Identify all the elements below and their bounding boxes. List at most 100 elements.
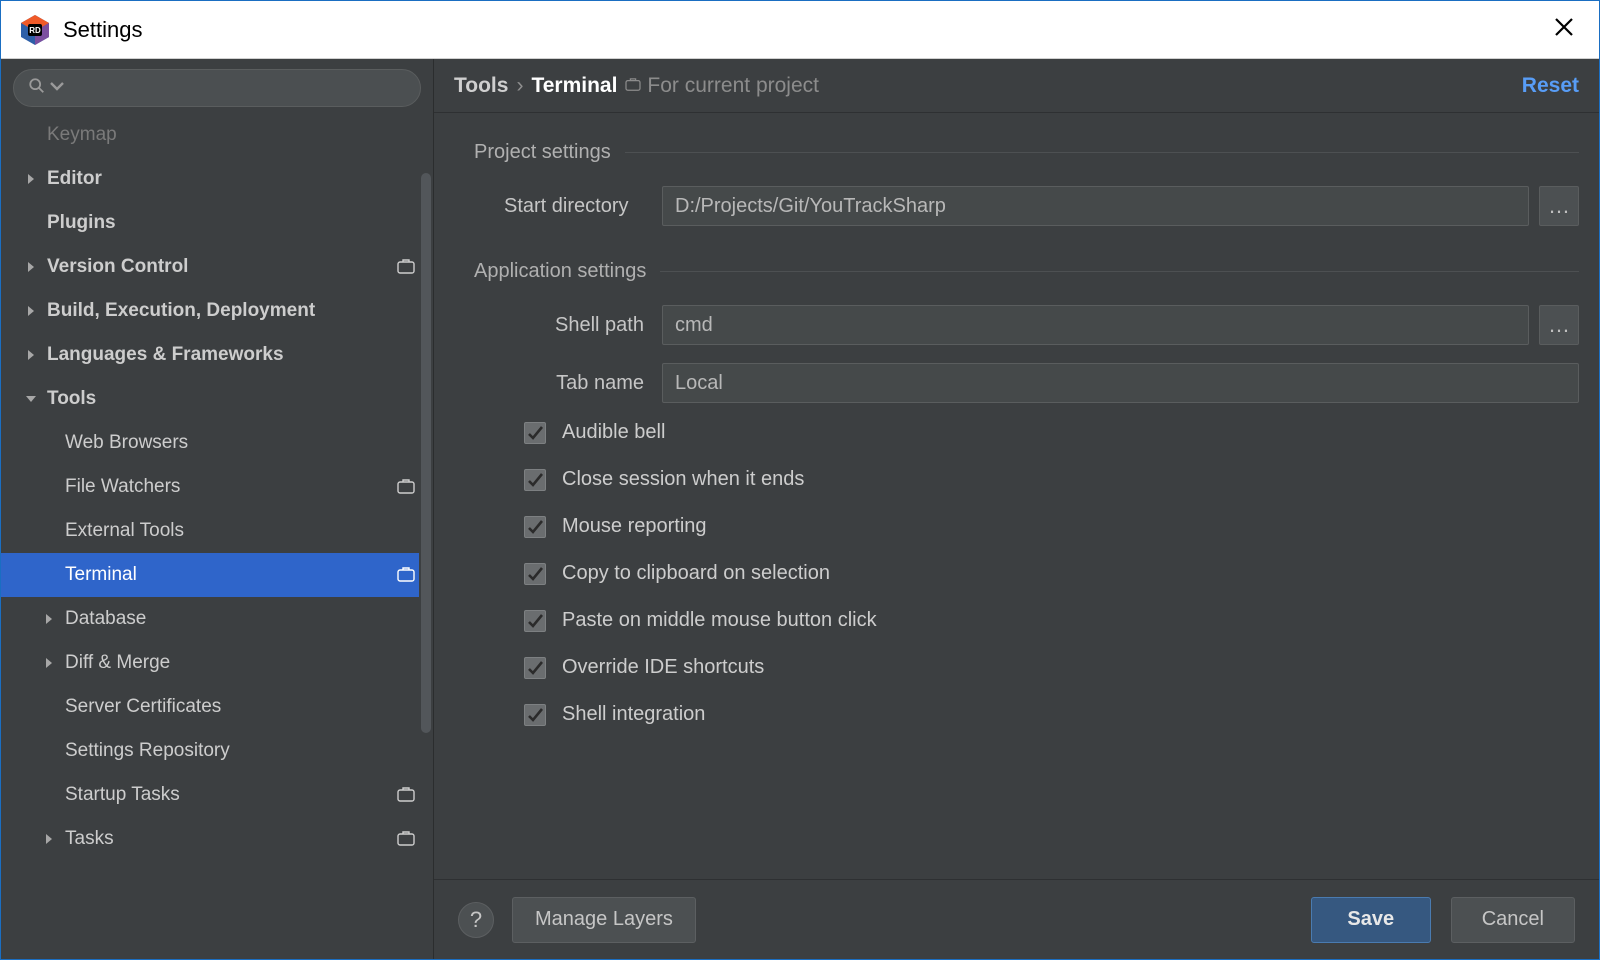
start-directory-label: Start directory xyxy=(504,195,662,218)
checkbox-row-close-session-when-it-ends[interactable]: Close session when it ends xyxy=(474,468,1579,491)
chevron-right-icon xyxy=(41,657,57,669)
ellipsis-icon: … xyxy=(1548,312,1570,338)
tree-item-label: File Watchers xyxy=(65,476,433,498)
manage-layers-button[interactable]: Manage Layers xyxy=(512,897,696,943)
app-icon: RD xyxy=(19,14,51,46)
project-scope-icon xyxy=(397,259,415,275)
help-icon: ? xyxy=(470,907,482,933)
search-input[interactable] xyxy=(13,69,421,107)
tree-item-label: Terminal xyxy=(65,564,433,586)
shell-path-label: Shell path xyxy=(504,314,662,337)
breadcrumb-leaf: Terminal xyxy=(531,74,617,98)
footer: ? Manage Layers Save Cancel xyxy=(434,879,1599,959)
project-scope-icon xyxy=(397,831,415,847)
window-title: Settings xyxy=(63,17,143,43)
tree-item-version-control[interactable]: Version Control xyxy=(1,245,433,289)
project-scope-icon xyxy=(397,479,415,495)
checkbox-label: Override IDE shortcuts xyxy=(562,656,764,679)
svg-text:RD: RD xyxy=(29,26,41,35)
browse-shell-path-button[interactable]: … xyxy=(1539,305,1579,345)
sidebar: Keymap Editor Plugins Version Control Build,… xyxy=(1,59,434,959)
checkbox-row-override-ide-shortcuts[interactable]: Override IDE shortcuts xyxy=(474,656,1579,679)
sidebar-scrollbar[interactable] xyxy=(419,173,433,959)
checkbox[interactable] xyxy=(524,469,546,491)
tree-item-label: Database xyxy=(65,608,433,630)
sidebar-scroll-thumb[interactable] xyxy=(421,173,431,733)
ellipsis-icon: … xyxy=(1548,193,1570,219)
cancel-button[interactable]: Cancel xyxy=(1451,897,1575,943)
project-scope-icon xyxy=(625,74,641,98)
tree-item-tasks[interactable]: Tasks xyxy=(1,817,433,861)
tree-item-label: Tasks xyxy=(65,828,433,850)
main-panel: Tools › Terminal For current project Res… xyxy=(434,59,1599,959)
tree-item-label: Tools xyxy=(47,388,433,410)
checkbox-label: Mouse reporting xyxy=(562,515,707,538)
project-scope-icon xyxy=(397,787,415,803)
start-directory-input[interactable] xyxy=(662,186,1529,226)
tree-item-label: Settings Repository xyxy=(65,740,433,762)
chevron-right-icon xyxy=(41,833,57,845)
close-icon[interactable] xyxy=(1543,8,1585,51)
tab-name-label: Tab name xyxy=(504,372,662,395)
checkbox[interactable] xyxy=(524,516,546,538)
tab-name-input[interactable] xyxy=(662,363,1579,403)
tree-item-label: Languages & Frameworks xyxy=(47,344,433,366)
tree-item-label: Plugins xyxy=(47,212,433,234)
tree-item-keymap[interactable]: Keymap xyxy=(1,113,433,157)
tree-item-web-browsers[interactable]: Web Browsers xyxy=(1,421,433,465)
chevron-right-icon xyxy=(23,305,39,317)
tree-item-label: Startup Tasks xyxy=(65,784,433,806)
tree-item-terminal[interactable]: Terminal xyxy=(1,553,433,597)
content-header: Tools › Terminal For current project Res… xyxy=(434,59,1599,113)
checkbox[interactable] xyxy=(524,657,546,679)
save-button[interactable]: Save xyxy=(1311,897,1431,943)
checkbox[interactable] xyxy=(524,422,546,444)
checkbox-row-shell-integration[interactable]: Shell integration xyxy=(474,703,1579,726)
tree-item-server-certificates[interactable]: Server Certificates xyxy=(1,685,433,729)
tree-item-database[interactable]: Database xyxy=(1,597,433,641)
chevron-right-icon xyxy=(41,613,57,625)
browse-start-directory-button[interactable]: … xyxy=(1539,186,1579,226)
tree-item-settings-repository[interactable]: Settings Repository xyxy=(1,729,433,773)
tree-item-label: Web Browsers xyxy=(65,432,433,454)
checkbox-label: Close session when it ends xyxy=(562,468,804,491)
titlebar: RD Settings xyxy=(1,1,1599,59)
checkbox-row-audible-bell[interactable]: Audible bell xyxy=(474,421,1579,444)
section-project-title: Project settings xyxy=(474,141,1579,164)
tree-item-startup-tasks[interactable]: Startup Tasks xyxy=(1,773,433,817)
tree-item-languages-frameworks[interactable]: Languages & Frameworks xyxy=(1,333,433,377)
tree-item-file-watchers[interactable]: File Watchers xyxy=(1,465,433,509)
reset-link[interactable]: Reset xyxy=(1522,74,1579,98)
checkbox-row-paste-on-middle-mouse-button-click[interactable]: Paste on middle mouse button click xyxy=(474,609,1579,632)
checkbox-label: Paste on middle mouse button click xyxy=(562,609,877,632)
checkbox[interactable] xyxy=(524,610,546,632)
chevron-right-icon xyxy=(23,261,39,273)
breadcrumb-separator: › xyxy=(516,74,523,98)
tree-item-external-tools[interactable]: External Tools xyxy=(1,509,433,553)
checkbox-row-copy-to-clipboard-on-selection[interactable]: Copy to clipboard on selection xyxy=(474,562,1579,585)
checkbox-label: Copy to clipboard on selection xyxy=(562,562,830,585)
content-area: Project settings Start directory … Appli… xyxy=(434,113,1599,879)
tree-item-build-execution-deployment[interactable]: Build, Execution, Deployment xyxy=(1,289,433,333)
checkbox-label: Shell integration xyxy=(562,703,705,726)
tree-item-plugins[interactable]: Plugins xyxy=(1,201,433,245)
tree-item-editor[interactable]: Editor xyxy=(1,157,433,201)
breadcrumb: Tools › Terminal For current project xyxy=(454,74,819,98)
shell-path-input[interactable] xyxy=(662,305,1529,345)
search-icon xyxy=(28,77,46,100)
tree-item-diff-merge[interactable]: Diff & Merge xyxy=(1,641,433,685)
tree-item-tools[interactable]: Tools xyxy=(1,377,433,421)
chevron-right-icon xyxy=(23,173,39,185)
tree-item-label: Keymap xyxy=(47,124,433,146)
checkbox-row-mouse-reporting[interactable]: Mouse reporting xyxy=(474,515,1579,538)
tree-item-label: Server Certificates xyxy=(65,696,433,718)
tree-item-label: External Tools xyxy=(65,520,433,542)
help-button[interactable]: ? xyxy=(458,902,494,938)
project-scope-icon xyxy=(397,567,415,583)
chevron-right-icon xyxy=(23,349,39,361)
chevron-down-icon xyxy=(48,77,66,100)
checkbox[interactable] xyxy=(524,563,546,585)
chevron-down-icon xyxy=(23,393,39,405)
tree-item-label: Build, Execution, Deployment xyxy=(47,300,433,322)
checkbox[interactable] xyxy=(524,704,546,726)
